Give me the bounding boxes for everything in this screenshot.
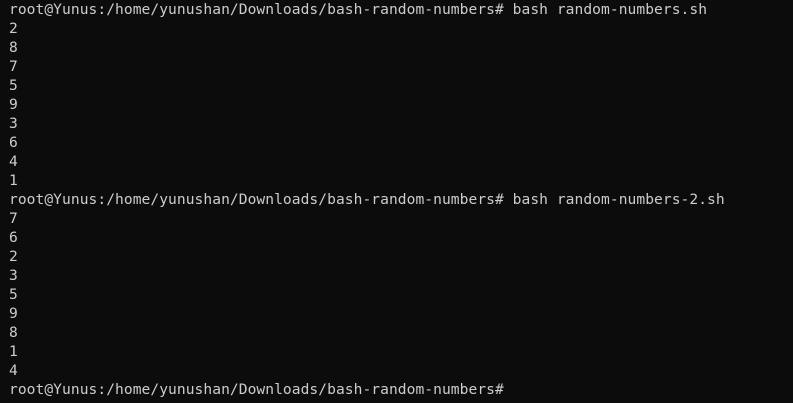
output-line: 8: [9, 324, 18, 341]
output-line: 2: [9, 20, 18, 37]
terminal-window[interactable]: root@Yunus:/home/yunushan/Downloads/bash…: [0, 0, 793, 403]
output-line: 4: [9, 153, 18, 170]
output-line: 4: [9, 362, 18, 379]
output-line: 2: [9, 248, 18, 265]
current-prompt-line[interactable]: root@Yunus:/home/yunushan/Downloads/bash…: [9, 380, 793, 399]
output-line: 8: [9, 39, 18, 56]
output-line: 6: [9, 134, 18, 151]
prompt-line: root@Yunus:/home/yunushan/Downloads/bash…: [9, 1, 708, 18]
output-line: 5: [9, 77, 18, 94]
prompt-line: root@Yunus:/home/yunushan/Downloads/bash…: [9, 191, 725, 208]
output-line: 5: [9, 286, 18, 303]
terminal-output: root@Yunus:/home/yunushan/Downloads/bash…: [9, 0, 793, 399]
output-line: 3: [9, 115, 18, 132]
output-line: 1: [9, 343, 18, 360]
output-line: 9: [9, 305, 18, 322]
output-line: 6: [9, 229, 18, 246]
output-line: 9: [9, 96, 18, 113]
output-line: 7: [9, 210, 18, 227]
output-line: 7: [9, 58, 18, 75]
output-line: 1: [9, 172, 18, 189]
output-line: 3: [9, 267, 18, 284]
